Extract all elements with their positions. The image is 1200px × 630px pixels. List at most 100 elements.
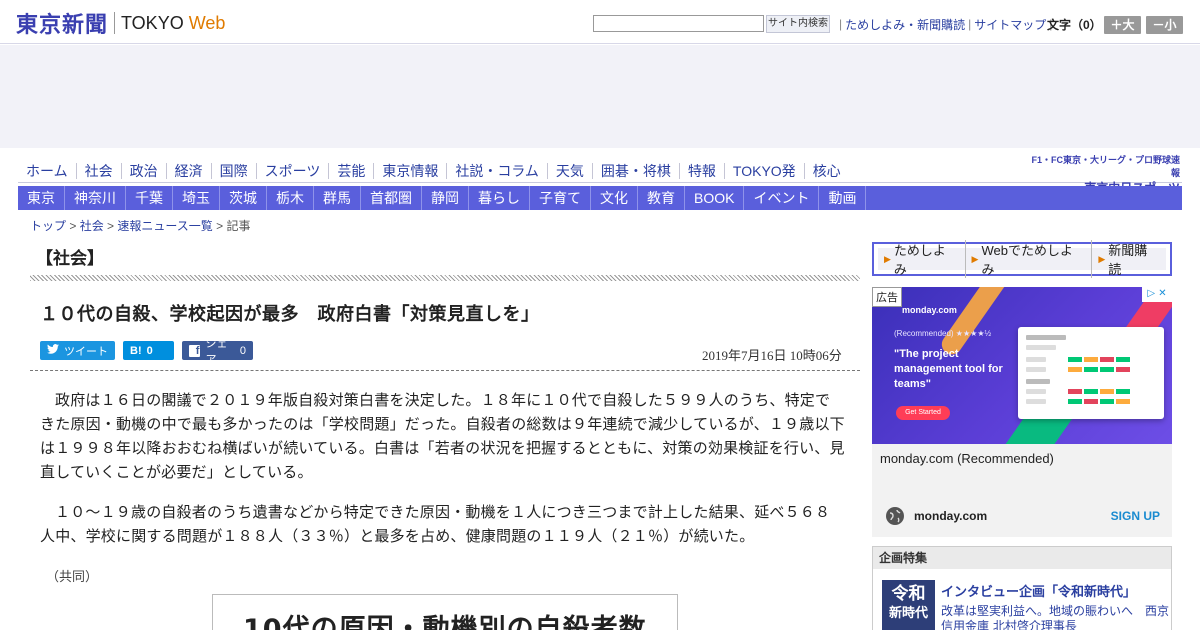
globe-icon xyxy=(886,507,904,525)
site-logo[interactable]: 東京新聞 TOKYO Web xyxy=(16,9,226,38)
ad-product-screenshot xyxy=(1018,327,1164,419)
facebook-share-label: シェア xyxy=(205,337,228,366)
web-trial-read-label: Webでためしよみ xyxy=(981,243,1073,277)
article-headline: １０代の自殺、学校起因が最多 政府白書「対策見直しを」 xyxy=(40,304,540,325)
tweet-button[interactable]: ツイート xyxy=(40,341,115,360)
regional-nav-item[interactable]: 群馬 xyxy=(314,186,361,210)
chunichi-sports-banner[interactable]: F1・FC東京・大リーグ・プロ野球速報 東京中日スポーツ xyxy=(1024,153,1180,195)
tweet-label: ツイート xyxy=(64,345,108,358)
regional-nav-item[interactable]: 子育て xyxy=(530,186,591,210)
article-date: 2019年7月16日 10時06分 xyxy=(702,348,842,363)
regional-nav-item[interactable]: 茨城 xyxy=(220,186,267,210)
feature-box: 企画特集 令和 新時代 インタビュー企画「令和新時代」 改革は堅実利益へ。地域の… xyxy=(872,546,1172,630)
site-search-input[interactable] xyxy=(593,15,764,32)
regional-nav: 東京 神奈川 千葉 埼玉 茨城 栃木 群馬 首都圏 静岡 暮らし 子育て 文化 教育 BOOK イベント 動画 xyxy=(18,186,1182,210)
web-trial-read-link[interactable]: ▶ Webでためしよみ xyxy=(966,240,1093,278)
hatena-bookmark-button[interactable]: B! 0 xyxy=(123,341,174,360)
facebook-share-count: 0 xyxy=(239,344,246,357)
article-paragraph: １０～１９歳の自殺者のうち遺書などから特定できた原因・動機を１人につき三つまで計… xyxy=(40,503,831,545)
article-figure[interactable]: 10代の原因・動機別の自殺者数 xyxy=(212,594,678,630)
font-smaller-button[interactable]: －小 xyxy=(1146,16,1183,34)
twitter-icon xyxy=(47,344,59,357)
regional-nav-item[interactable]: 東京 xyxy=(18,186,65,210)
regional-nav-item[interactable]: 教育 xyxy=(638,186,685,210)
link-separator: | xyxy=(839,17,843,31)
newspaper-subscribe-link[interactable]: ▶ 新聞購読 xyxy=(1092,240,1166,278)
figure-title: 10代の原因・動機別の自殺者数 xyxy=(243,614,647,630)
breadcrumb-current: 記事 xyxy=(226,219,251,233)
nav-item[interactable]: 特報 xyxy=(680,163,725,179)
nav-item[interactable]: 東京情報 xyxy=(374,163,448,179)
nav-item[interactable]: TOKYO発 xyxy=(725,163,805,179)
site-header: 東京新聞 TOKYO Web サイト内検索 | ためしよみ・新聞購読 | サイト… xyxy=(0,0,1200,44)
facebook-share-button[interactable]: f シェア 0 xyxy=(182,338,253,366)
feature-heading: 企画特集 xyxy=(873,547,1171,569)
breadcrumb-top[interactable]: トップ xyxy=(30,219,66,233)
regional-nav-item[interactable]: 神奈川 xyxy=(65,186,126,210)
hatena-icon: B! xyxy=(130,344,142,357)
nav-item[interactable]: 経済 xyxy=(167,163,212,179)
article-credit: （共同） xyxy=(46,570,99,585)
feature-thumbnail[interactable]: 令和 新時代 xyxy=(882,580,935,630)
nav-divider xyxy=(18,182,1182,183)
trial-subscribe-link[interactable]: ためしよみ・新聞購読 xyxy=(845,16,965,33)
top-ad-banner xyxy=(0,45,1200,148)
arrow-right-icon: ▶ xyxy=(1098,253,1106,264)
font-size-label: 文字（0） xyxy=(1047,18,1102,32)
nav-item[interactable]: 政治 xyxy=(122,163,167,179)
nav-item[interactable]: 社説・コラム xyxy=(447,163,548,179)
sidebar-ad[interactable]: monday.com (Recommended) ★★★★½ "The proj… xyxy=(872,287,1172,537)
regional-nav-item[interactable]: BOOK xyxy=(685,186,745,210)
hatena-count: 0 xyxy=(146,344,153,357)
section-divider xyxy=(30,275,860,281)
trial-read-label: ためしよみ xyxy=(893,243,946,277)
nav-item[interactable]: スポーツ xyxy=(257,163,330,179)
subscribe-box: ▶ ためしよみ ▶ Webでためしよみ ▶ 新聞購読 xyxy=(872,240,1172,278)
ad-signup-button[interactable]: SIGN UP xyxy=(1111,509,1160,523)
nav-item[interactable]: 国際 xyxy=(212,163,257,179)
feature-thumb-line2: 新時代 xyxy=(888,606,928,621)
arrow-right-icon: ▶ xyxy=(971,253,979,264)
feature-title-link[interactable]: インタビュー企画「令和新時代」 xyxy=(941,581,1136,600)
nav-item[interactable]: 芸能 xyxy=(329,163,375,179)
nav-item[interactable]: 核心 xyxy=(805,163,849,179)
article-paragraph: 政府は１６日の閣議で２０１９年版自殺対策白書を決定した。１８年に１０代で自殺した… xyxy=(40,391,845,481)
ad-creative[interactable]: monday.com (Recommended) ★★★★½ "The proj… xyxy=(872,287,1172,444)
primary-nav: ホーム 社会 政治 経済 国際 スポーツ 芸能 東京情報 社説・コラム 天気 囲碁・将棋 特報 TOKY… xyxy=(18,158,1030,184)
nav-item[interactable]: ホーム xyxy=(18,163,77,179)
ad-headline: "The project management tool for teams" xyxy=(894,348,1003,390)
trial-read-link[interactable]: ▶ ためしよみ xyxy=(878,240,966,278)
nav-item[interactable]: 天気 xyxy=(548,163,593,179)
arrow-right-icon: ▶ xyxy=(884,253,891,264)
breadcrumb: トップ > 社会 > 速報ニュース一覧 > 記事 xyxy=(30,219,251,233)
chunichi-tagline: F1・FC東京・大リーグ・プロ野球速報 xyxy=(1031,155,1180,178)
sitemap-link[interactable]: サイトマップ xyxy=(974,16,1046,33)
ad-brand: monday.com xyxy=(902,305,957,315)
breadcrumb-news-list[interactable]: 速報ニュース一覧 xyxy=(117,219,212,233)
subscribe-links: ▶ ためしよみ ▶ Webでためしよみ ▶ 新聞購読 xyxy=(878,240,1166,278)
regional-nav-item[interactable]: 栃木 xyxy=(267,186,314,210)
regional-nav-item[interactable]: 埼玉 xyxy=(173,186,220,210)
logo-text-web: Web xyxy=(188,12,226,33)
ad-label: 広告 xyxy=(872,287,902,307)
regional-nav-item[interactable]: イベント xyxy=(744,186,820,210)
regional-nav-item[interactable]: 暮らし xyxy=(469,186,530,210)
section-title: 【社会】 xyxy=(36,249,104,269)
site-search-button[interactable]: サイト内検索 xyxy=(766,15,830,33)
breadcrumb-society[interactable]: 社会 xyxy=(80,219,104,233)
header-links: | ためしよみ・新聞購読 | サイトマップ | xyxy=(836,16,1055,32)
ad-cta-button[interactable]: Get Started xyxy=(896,406,950,420)
nav-item[interactable]: 囲碁・将棋 xyxy=(593,163,680,179)
regional-nav-item[interactable]: 千葉 xyxy=(126,186,173,210)
ad-title[interactable]: monday.com (Recommended) xyxy=(880,451,1054,466)
regional-nav-item[interactable]: 首都圏 xyxy=(361,186,422,210)
regional-nav-item[interactable]: 静岡 xyxy=(422,186,469,210)
regional-nav-item[interactable]: 動画 xyxy=(819,186,867,210)
ad-choices-icon[interactable]: ▷ ✕ xyxy=(1142,287,1172,302)
feature-description[interactable]: 改革は堅実利益へ。地域の賑わいへ 西京信用金庫 北村啓介理事長 xyxy=(941,604,1169,630)
logo-text-jp: 東京新聞 xyxy=(16,12,109,38)
font-bigger-button[interactable]: ＋大 xyxy=(1104,16,1141,34)
nav-item[interactable]: 社会 xyxy=(77,163,122,179)
regional-nav-item[interactable]: 文化 xyxy=(591,186,638,210)
link-separator: | xyxy=(968,17,972,31)
